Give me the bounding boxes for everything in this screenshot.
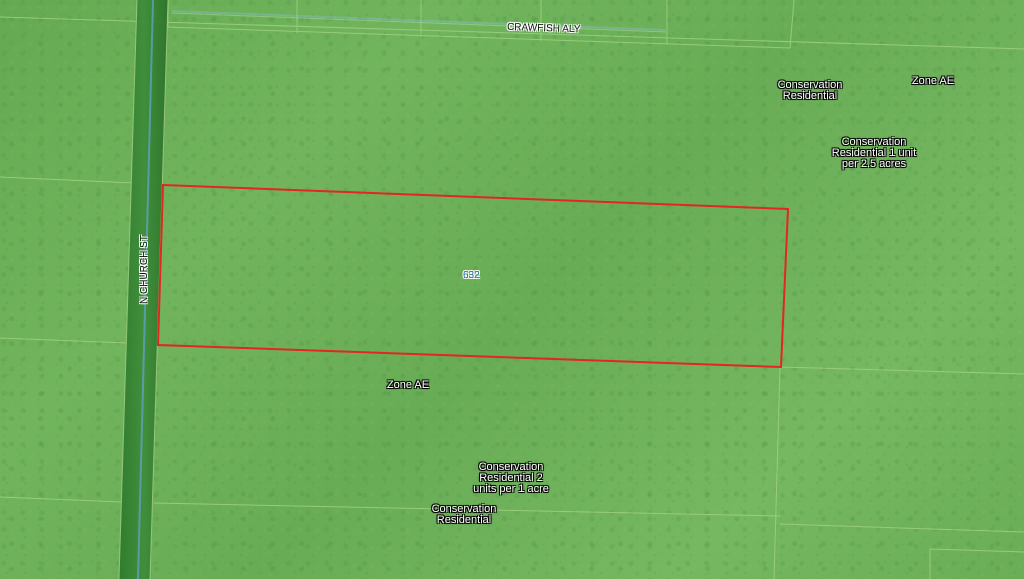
zone-label-conservation-residential-one-unit: Conservation Residential 1 unit per 2.5 … xyxy=(831,136,917,170)
zone-label-zone-ae-top-right: Zone AE xyxy=(911,75,955,87)
map-viewport[interactable]: CRAWFISH ALY N CHURCH ST 632 Conservatio… xyxy=(0,0,1024,579)
parcel-number-label: 632 xyxy=(463,270,480,281)
zone-label-zone-ae-center: Zone AE xyxy=(386,379,430,391)
zone-label-conservation-residential-bottom: Conservation Residential xyxy=(431,503,497,526)
zone-label-conservation-residential-two-units: Conservation Residential 2 units per 1 a… xyxy=(473,461,549,495)
n-church-street-label: N CHURCH ST xyxy=(139,235,150,304)
zone-label-conservation-residential-top: Conservation Residential xyxy=(777,79,843,102)
